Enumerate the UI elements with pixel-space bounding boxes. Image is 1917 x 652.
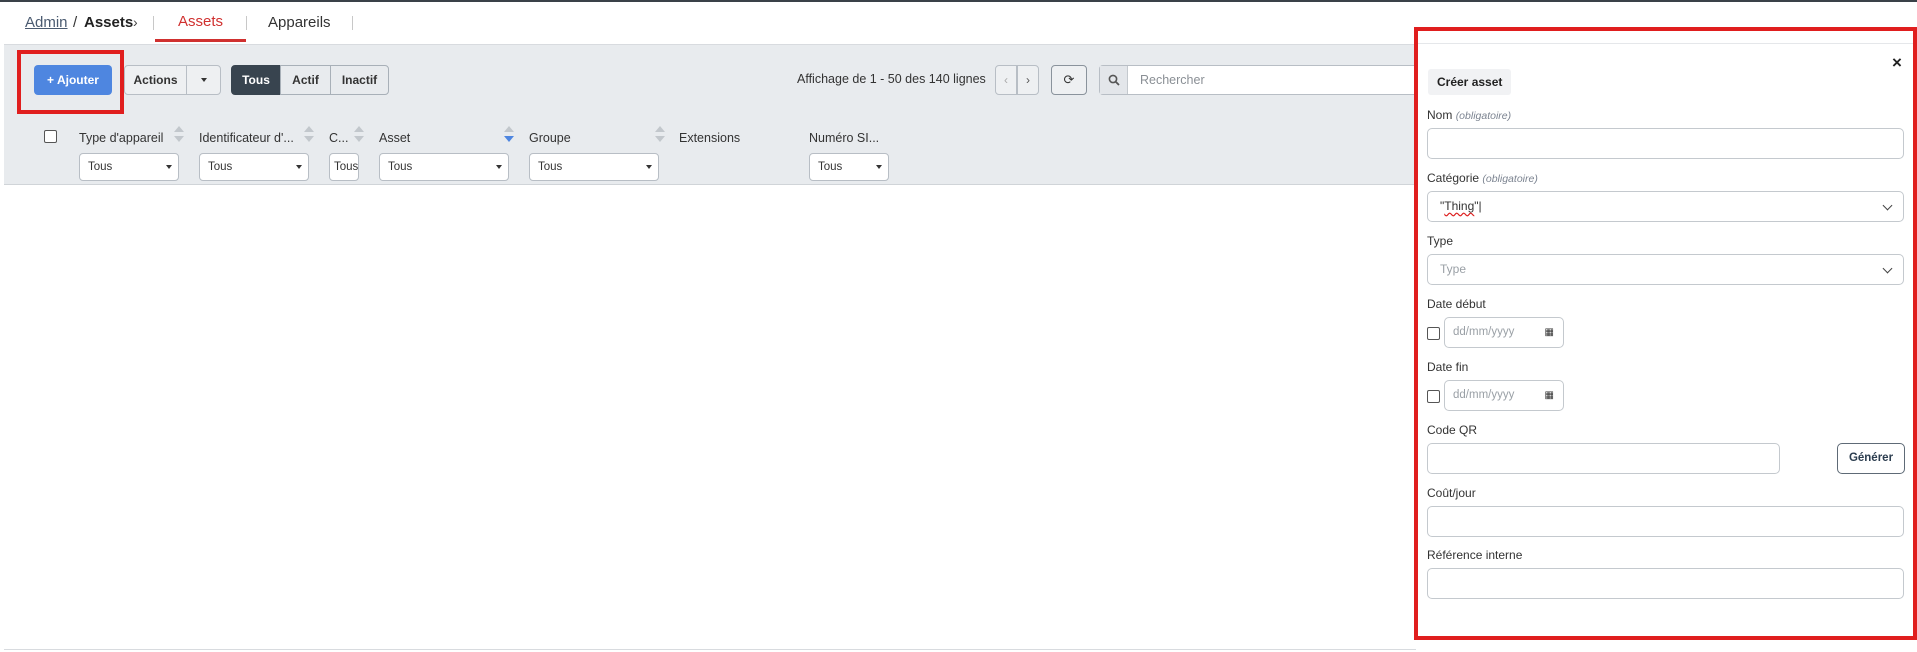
sort-desc-active-icon[interactable] bbox=[504, 126, 514, 144]
search-icon bbox=[1100, 66, 1128, 94]
prev-page-button[interactable]: ‹ bbox=[995, 65, 1017, 95]
breadcrumb-separator: / bbox=[73, 14, 78, 31]
filter-value: Tous bbox=[538, 161, 563, 173]
filter-inactif-toggle[interactable]: Inactif bbox=[330, 65, 389, 95]
refresh-icon: ⟳ bbox=[1063, 72, 1075, 87]
bottom-divider bbox=[4, 649, 1416, 650]
breadcrumb-current: Assets bbox=[84, 14, 134, 31]
caret-down-icon bbox=[646, 165, 652, 169]
actions-button[interactable]: Actions bbox=[124, 65, 187, 95]
caret-down-icon bbox=[496, 165, 502, 169]
column-header-extensions: Extensions bbox=[679, 131, 741, 145]
caret-down-icon bbox=[296, 165, 302, 169]
sort-icon[interactable] bbox=[655, 126, 665, 144]
filter-select-groupe[interactable]: Tous bbox=[529, 153, 659, 181]
column-header-c[interactable]: C... bbox=[329, 131, 348, 145]
caret-down-icon bbox=[201, 78, 207, 82]
filter-value: Tous bbox=[818, 161, 843, 173]
filter-select-identificateur[interactable]: Tous bbox=[199, 153, 309, 181]
column-header-groupe[interactable]: Groupe bbox=[529, 131, 571, 145]
filter-value: Tous bbox=[388, 161, 413, 173]
column-header-asset[interactable]: Asset bbox=[379, 131, 410, 145]
tab-assets[interactable]: Assets bbox=[155, 2, 246, 42]
divider bbox=[153, 16, 154, 30]
column-header-identificateur[interactable]: Identificateur d'... bbox=[199, 131, 294, 145]
actions-dropdown-toggle[interactable] bbox=[186, 65, 221, 95]
search-placeholder: Rechercher bbox=[1140, 73, 1205, 87]
select-all-checkbox[interactable] bbox=[44, 130, 57, 143]
breadcrumb-admin-link[interactable]: Admin bbox=[25, 14, 68, 31]
divider bbox=[352, 16, 353, 30]
caret-down-icon bbox=[876, 165, 882, 169]
filter-value: Tous bbox=[208, 161, 233, 173]
filter-value: Tous bbox=[88, 161, 113, 173]
highlight-box-panel bbox=[1414, 27, 1917, 640]
table-divider bbox=[4, 184, 1416, 185]
refresh-button[interactable]: ⟳ bbox=[1051, 65, 1087, 95]
next-page-button[interactable]: › bbox=[1017, 65, 1039, 95]
chevron-left-icon: ‹ bbox=[1004, 73, 1008, 87]
sort-icon[interactable] bbox=[354, 126, 364, 144]
chevron-right-icon: › bbox=[1026, 73, 1030, 87]
divider bbox=[246, 16, 247, 30]
chevron-right-icon: › bbox=[133, 14, 138, 30]
filter-actif-toggle[interactable]: Actif bbox=[280, 65, 331, 95]
filter-select-type-appareil[interactable]: Tous bbox=[79, 153, 179, 181]
highlight-box-add bbox=[17, 50, 124, 114]
filter-select-numero-si[interactable]: Tous bbox=[809, 153, 889, 181]
filter-select-asset[interactable]: Tous bbox=[379, 153, 509, 181]
column-header-numero-si[interactable]: Numéro SI... bbox=[809, 131, 879, 145]
filter-tous-toggle[interactable]: Tous bbox=[231, 65, 281, 95]
sort-icon[interactable] bbox=[304, 126, 314, 144]
caret-down-icon bbox=[166, 165, 172, 169]
search-input[interactable]: Rechercher bbox=[1099, 65, 1419, 95]
tab-appareils[interactable]: Appareils bbox=[268, 14, 331, 31]
sort-icon[interactable] bbox=[174, 126, 184, 144]
pagination-info: Affichage de 1 - 50 des 140 lignes bbox=[797, 72, 986, 86]
filter-value: Tous bbox=[334, 161, 359, 173]
filter-select-c[interactable]: Tous bbox=[329, 153, 359, 181]
column-header-type-appareil[interactable]: Type d'appareil bbox=[79, 131, 163, 145]
